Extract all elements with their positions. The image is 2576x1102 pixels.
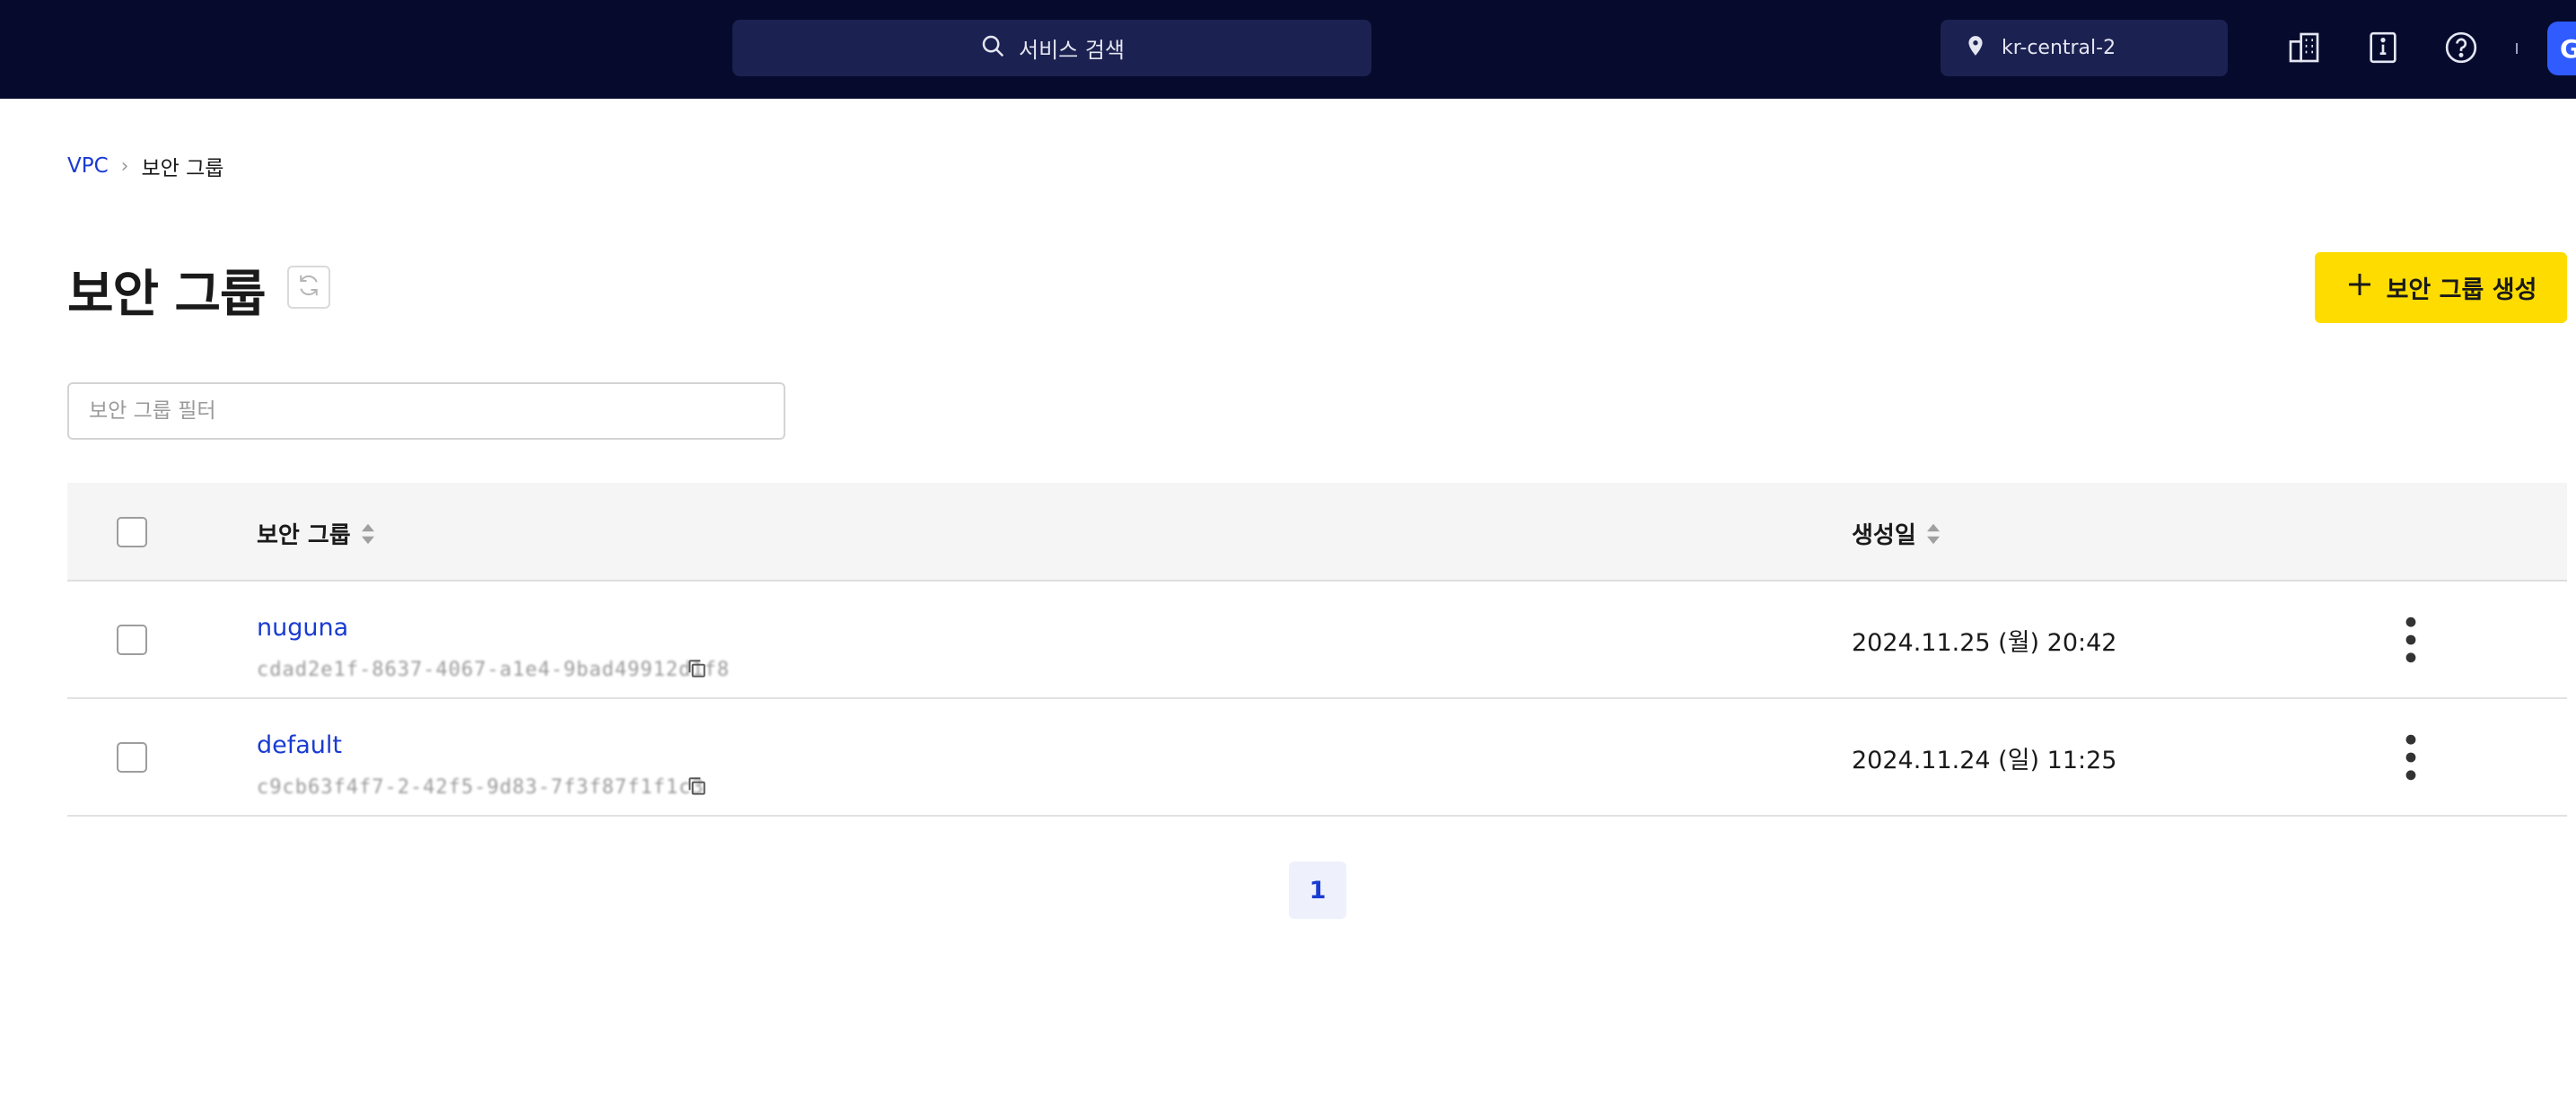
refresh-icon bbox=[295, 272, 322, 302]
created-date: 2024.11.24 (일) 11:25 bbox=[1852, 747, 2117, 774]
copy-icon[interactable] bbox=[685, 774, 708, 798]
table-row: default c9cb63f4f7-2-42f5-9d83-7f3f87f1f… bbox=[67, 699, 2567, 817]
service-search-button[interactable]: 서비스 검색 bbox=[732, 20, 1371, 76]
breadcrumb-link-vpc[interactable]: VPC bbox=[67, 154, 109, 178]
location-pin-icon bbox=[1964, 34, 1987, 63]
table-header: 보안 그룹 생성일 bbox=[67, 483, 2567, 582]
search-icon bbox=[979, 32, 1006, 65]
sort-icon bbox=[1926, 523, 1940, 544]
column-header-name[interactable]: 보안 그룹 bbox=[257, 517, 376, 550]
topbar-divider bbox=[2516, 43, 2518, 54]
breadcrumb-current: 보안 그룹 bbox=[141, 157, 224, 180]
more-options-icon[interactable] bbox=[2397, 616, 2424, 664]
security-group-name-link[interactable]: default bbox=[257, 731, 342, 759]
search-label: 서비스 검색 bbox=[1018, 38, 1126, 63]
region-label: kr-central-2 bbox=[2002, 37, 2116, 59]
column-header-created-label: 생성일 bbox=[1852, 522, 1916, 549]
region-selector[interactable]: kr-central-2 bbox=[1941, 20, 2228, 76]
created-date: 2024.11.25 (월) 20:42 bbox=[1852, 629, 2117, 657]
table-row: nuguna cdad2e1f-8637-4067-a1e4-9bad49912… bbox=[67, 582, 2567, 699]
row-checkbox[interactable] bbox=[117, 742, 147, 773]
info-book-icon[interactable] bbox=[2362, 27, 2404, 68]
security-group-name-link[interactable]: nuguna bbox=[257, 614, 348, 642]
breadcrumb: VPC › 보안 그룹 bbox=[67, 151, 223, 181]
column-header-created[interactable]: 생성일 bbox=[1852, 517, 1941, 550]
security-group-id: c9cb63f4f7-2-42f5-9d83-7f3f87f1f1c3 bbox=[257, 776, 705, 799]
help-icon[interactable] bbox=[2440, 27, 2482, 68]
row-checkbox[interactable] bbox=[117, 625, 147, 655]
column-header-name-label: 보안 그룹 bbox=[257, 522, 351, 549]
create-button-label: 보안 그룹 생성 bbox=[2386, 276, 2537, 304]
sort-icon bbox=[361, 523, 374, 544]
plus-icon bbox=[2345, 270, 2374, 305]
security-group-table: 보안 그룹 생성일 nuguna cdad2e1f-8637-4067-a1e4… bbox=[67, 483, 2567, 817]
copy-icon[interactable] bbox=[685, 657, 708, 680]
user-avatar[interactable]: G bbox=[2547, 22, 2576, 75]
organization-icon[interactable] bbox=[2283, 27, 2325, 68]
top-navigation-bar: 서비스 검색 kr-central-2 G bbox=[0, 0, 2576, 99]
security-group-filter-input[interactable] bbox=[67, 382, 785, 440]
page-title: 보안 그룹 bbox=[67, 266, 267, 324]
select-all-checkbox[interactable] bbox=[117, 517, 147, 547]
more-options-icon[interactable] bbox=[2397, 733, 2424, 782]
chevron-right-icon: › bbox=[120, 154, 129, 178]
pagination-page-button[interactable]: 1 bbox=[1289, 861, 1346, 919]
refresh-button[interactable] bbox=[287, 266, 330, 309]
security-group-id: cdad2e1f-8637-4067-a1e4-9bad49912d1f8 bbox=[257, 659, 731, 681]
create-security-group-button[interactable]: 보안 그룹 생성 bbox=[2315, 252, 2567, 323]
